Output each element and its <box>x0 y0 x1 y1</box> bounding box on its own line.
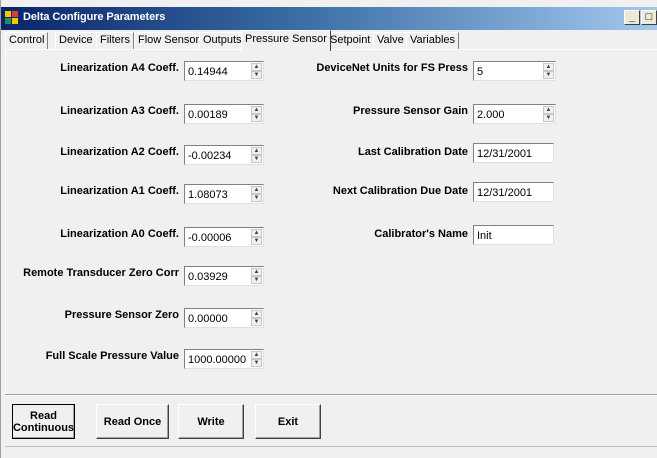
sensor-zero-label: Pressure Sensor Zero <box>64 309 179 321</box>
spin-down-icon[interactable]: ▼ <box>251 114 262 122</box>
devicenet-units-stepper[interactable]: ▲ ▼ <box>543 63 554 79</box>
spin-up-icon[interactable]: ▲ <box>251 351 262 359</box>
devicenet-units-field[interactable]: 5 ▲ ▼ <box>473 61 556 81</box>
tab-variables[interactable]: Variables <box>406 32 460 50</box>
a3-coeff-label: Linearization A3 Coeff. <box>60 105 179 117</box>
spin-down-icon[interactable]: ▼ <box>251 276 262 284</box>
spin-up-icon[interactable]: ▲ <box>251 63 262 71</box>
spin-down-icon[interactable]: ▼ <box>251 155 262 163</box>
title-bar[interactable]: Delta Configure Parameters _ □ <box>1 7 657 30</box>
sensor-zero-stepper[interactable]: ▲ ▼ <box>251 310 262 326</box>
maximize-icon: □ <box>645 11 653 23</box>
spin-up-icon[interactable]: ▲ <box>251 310 262 318</box>
a1-coeff-label: Linearization A1 Coeff. <box>60 185 179 197</box>
remote-zero-corr-label: Remote Transducer Zero Corr <box>23 267 179 279</box>
app-window: Delta Configure Parameters _ □ Control D… <box>0 0 657 458</box>
a0-coeff-stepper[interactable]: ▲ ▼ <box>251 229 262 245</box>
full-scale-stepper[interactable]: ▲ ▼ <box>251 351 262 367</box>
next-calibration-field[interactable]: 12/31/2001 <box>473 182 554 202</box>
a0-coeff-label: Linearization A0 Coeff. <box>60 228 179 240</box>
calibrator-name-label: Calibrator's Name <box>374 228 468 240</box>
last-calibration-field[interactable]: 12/31/2001 <box>473 143 554 163</box>
spin-down-icon[interactable]: ▼ <box>251 237 262 245</box>
spin-up-icon[interactable]: ▲ <box>251 268 262 276</box>
spin-up-icon[interactable]: ▲ <box>251 147 262 155</box>
maximize-button[interactable]: □ <box>641 10 657 25</box>
full-scale-field[interactable]: 1000.00000 ▲ ▼ <box>184 349 264 369</box>
window-title: Delta Configure Parameters <box>23 11 166 23</box>
tab-device[interactable]: Device <box>55 32 97 50</box>
read-continuous-button[interactable]: Read Continuous <box>12 404 75 439</box>
a2-coeff-field[interactable]: -0.00234 ▲ ▼ <box>184 145 264 165</box>
minimize-icon: _ <box>628 11 636 23</box>
spin-up-icon[interactable]: ▲ <box>543 106 554 114</box>
sensor-gain-field[interactable]: 2.000 ▲ ▼ <box>473 104 556 124</box>
spin-up-icon[interactable]: ▲ <box>251 106 262 114</box>
spin-down-icon[interactable]: ▼ <box>251 71 262 79</box>
write-button[interactable]: Write <box>178 404 244 439</box>
a1-coeff-stepper[interactable]: ▲ ▼ <box>251 186 262 202</box>
a3-coeff-field[interactable]: 0.00189 ▲ ▼ <box>184 104 264 124</box>
tab-pressure-sensor[interactable]: Pressure Sensor <box>241 30 331 51</box>
status-area <box>5 446 657 447</box>
a4-coeff-field[interactable]: 0.14944 ▲ ▼ <box>184 61 264 81</box>
a0-coeff-field[interactable]: -0.00006 ▲ ▼ <box>184 227 264 247</box>
a2-coeff-stepper[interactable]: ▲ ▼ <box>251 147 262 163</box>
pressure-sensor-panel <box>5 49 657 394</box>
devicenet-units-label: DeviceNet Units for FS Press <box>316 62 468 74</box>
tab-filters[interactable]: Filters <box>96 32 134 50</box>
sensor-gain-label: Pressure Sensor Gain <box>353 105 468 117</box>
next-calibration-label: Next Calibration Due Date <box>332 185 468 197</box>
a1-coeff-field[interactable]: 1.08073 ▲ ▼ <box>184 184 264 204</box>
tab-control[interactable]: Control <box>5 32 49 50</box>
minimize-button[interactable]: _ <box>624 10 640 25</box>
spin-down-icon[interactable]: ▼ <box>251 194 262 202</box>
a3-coeff-stepper[interactable]: ▲ ▼ <box>251 106 262 122</box>
spin-up-icon[interactable]: ▲ <box>251 186 262 194</box>
remote-zero-corr-stepper[interactable]: ▲ ▼ <box>251 268 262 284</box>
last-calibration-label: Last Calibration Date <box>357 146 468 158</box>
spin-down-icon[interactable]: ▼ <box>543 71 554 79</box>
tab-outputs[interactable]: Outputs <box>199 32 246 50</box>
exit-button[interactable]: Exit <box>255 404 321 439</box>
tab-flow-sensor[interactable]: Flow Sensor <box>134 32 204 50</box>
tab-setpoint[interactable]: Setpoint <box>326 32 375 50</box>
sensor-gain-stepper[interactable]: ▲ ▼ <box>543 106 554 122</box>
spin-down-icon[interactable]: ▼ <box>543 114 554 122</box>
spin-up-icon[interactable]: ▲ <box>251 229 262 237</box>
app-icon <box>5 11 19 25</box>
remote-zero-corr-field[interactable]: 0.03929 ▲ ▼ <box>184 266 264 286</box>
read-once-button[interactable]: Read Once <box>96 404 169 439</box>
spin-up-icon[interactable]: ▲ <box>543 63 554 71</box>
a4-coeff-stepper[interactable]: ▲ ▼ <box>251 63 262 79</box>
tab-valve[interactable]: Valve <box>373 32 408 50</box>
button-bar-divider <box>5 394 657 396</box>
spin-down-icon[interactable]: ▼ <box>251 359 262 367</box>
sensor-zero-field[interactable]: 0.00000 ▲ ▼ <box>184 308 264 328</box>
spin-down-icon[interactable]: ▼ <box>251 318 262 326</box>
full-scale-label: Full Scale Pressure Value <box>45 350 179 362</box>
a2-coeff-label: Linearization A2 Coeff. <box>60 146 179 158</box>
a4-coeff-label: Linearization A4 Coeff. <box>60 62 179 74</box>
calibrator-name-field[interactable]: Init <box>473 225 554 245</box>
